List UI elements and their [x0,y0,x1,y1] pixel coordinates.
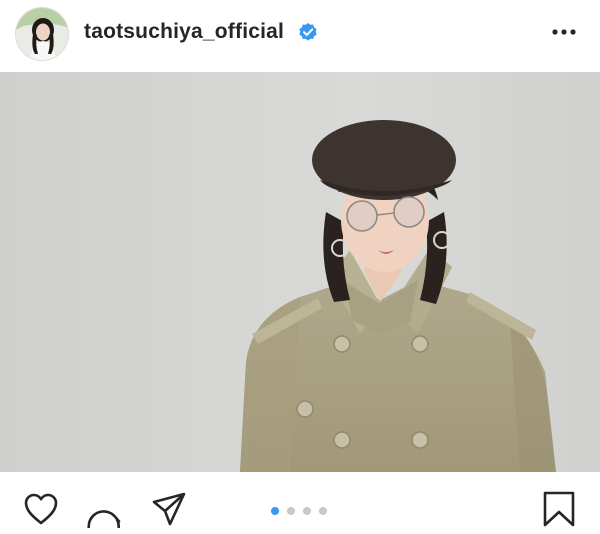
carousel-indicator [271,507,327,515]
verified-badge-icon [298,22,318,42]
bookmark-icon[interactable] [540,490,578,528]
username[interactable]: taotsuchiya_official [84,20,284,44]
carousel-dot [319,507,327,515]
comment-icon[interactable] [86,490,124,528]
carousel-dot-active [271,507,279,515]
post-photo[interactable] [0,72,600,472]
carousel-dot [287,507,295,515]
post-header: taotsuchiya_official [0,0,600,72]
instagram-post: taotsuchiya_official [0,0,600,534]
profile-avatar[interactable] [16,8,68,60]
more-options-icon[interactable] [548,22,580,42]
heart-icon[interactable] [22,490,60,528]
action-bar [0,472,600,534]
carousel-dot [303,507,311,515]
share-icon[interactable] [150,490,188,528]
